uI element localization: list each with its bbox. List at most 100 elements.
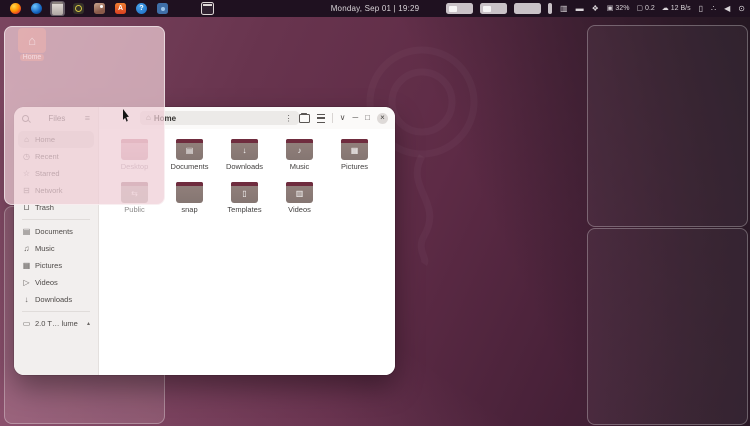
volume-icon[interactable]: ◀ [724, 5, 730, 13]
folder-snap[interactable]: snap [162, 180, 217, 223]
desktop-home-icon[interactable]: ⌂ Home [15, 28, 49, 61]
list-view-icon[interactable] [317, 114, 325, 123]
browser-globe-icon[interactable] [29, 1, 44, 16]
screen-share-icon[interactable]: ▬ [576, 5, 584, 13]
folder-public[interactable]: ⇆Public [107, 180, 162, 223]
close-button[interactable]: × [377, 113, 388, 124]
folder-icon: ♪ [286, 139, 313, 160]
workspace-pill-stub[interactable] [548, 3, 552, 14]
sidebar-item-network[interactable]: ⊟Network [18, 182, 94, 199]
sidebar-item-videos[interactable]: ▷ Videos [18, 274, 94, 291]
new-folder-icon[interactable] [299, 114, 310, 123]
extensions-icon[interactable] [155, 1, 170, 16]
headerbar-icons: ∨ ─ □ × [299, 113, 388, 124]
chevron-down-icon[interactable]: ∨ [340, 114, 346, 122]
phone-icon[interactable]: ▯ [699, 5, 703, 13]
sidebar-item-pictures[interactable]: ▦Pictures [18, 257, 94, 274]
sidebar-separator [22, 311, 90, 312]
folder-label: Videos [288, 205, 311, 214]
public-emblem-icon: ⇆ [131, 190, 138, 198]
folder-label: Music [290, 162, 310, 171]
sidebar-item-starred[interactable]: ☆Starred [18, 165, 94, 182]
cpu-usage-monitor[interactable]: ▣32% [607, 5, 630, 12]
files-sidebar: Files ≡ ⌂Home◷Recent☆Starred⊟Network ⊔ Tra… [14, 107, 99, 375]
workspace-indicator [446, 3, 552, 14]
sidebar-item-label: Home [35, 135, 55, 144]
folder-tab [176, 139, 203, 143]
puzzle-knob-icon [161, 7, 165, 11]
folder-icon: ▤ [176, 139, 203, 160]
firefox-icon[interactable] [8, 1, 23, 16]
sidebar-item-home[interactable]: ⌂Home [18, 131, 94, 148]
folder-icon: ▯ [231, 182, 258, 203]
maximize-button[interactable]: □ [365, 114, 370, 122]
search-icon[interactable] [22, 115, 29, 122]
starred-icon: ☆ [22, 170, 31, 178]
tiling-zone-top-right [587, 25, 748, 227]
tiling-layout-icon[interactable]: ▥ [560, 5, 568, 13]
files-headerbar[interactable]: ⌂ Home ⋮ ∨ ─ □ × [99, 107, 395, 129]
files-app-icon[interactable] [50, 1, 65, 16]
sidebar-item-label: Documents [35, 227, 73, 236]
folder-label: Pictures [341, 162, 368, 171]
folder-desktop[interactable]: Desktop [107, 137, 162, 180]
topbar-right: ▥ ▬ ❖ ▣32% ▢0.2 ☁12 B/s ▯ ∴ ◀ ⊙ [446, 0, 745, 17]
folder-documents[interactable]: ▤Documents [162, 137, 217, 180]
network-speed-monitor[interactable]: ☁12 B/s [662, 5, 691, 12]
indicator-icons: ▥ ▬ ❖ [560, 5, 599, 13]
workspace-pill-3[interactable] [514, 3, 541, 14]
sidebar-places-group: ▤Documents♫Music▦Pictures ▷ Videos ↓Downloa… [14, 223, 98, 308]
sidebar-item-label: Trash [35, 203, 54, 212]
network-speed-value: 12 B/s [671, 5, 691, 12]
sidebar-item-trash[interactable]: ⊔ Trash [18, 199, 94, 216]
desktop-home-icon-label: Home [20, 54, 45, 61]
folder-templates[interactable]: ▯Templates [217, 180, 272, 223]
downloads-emblem-icon: ↓ [243, 147, 247, 155]
clock[interactable]: Monday, Sep 01 | 19:29 [331, 4, 420, 13]
folder-icon [176, 182, 203, 203]
help-icon-glyph: ? [136, 3, 147, 14]
videos-icon: ▷ [22, 279, 31, 287]
sidebar-item-label: Music [35, 244, 55, 253]
folder-videos[interactable]: ▥Videos [272, 180, 327, 223]
pinwheel-icon[interactable]: ❖ [592, 5, 599, 13]
workspace-pill-1[interactable] [446, 3, 473, 14]
music-emblem-icon: ♪ [298, 147, 302, 155]
path-bar[interactable]: ⌂ Home ⋮ [140, 111, 299, 125]
folder-icon: ⇆ [121, 182, 148, 203]
sidebar-item-recent[interactable]: ◷Recent [18, 148, 94, 165]
workspace-pill-2[interactable] [480, 3, 507, 14]
memory-usage-monitor[interactable]: ▢0.2 [636, 5, 654, 12]
downloads-icon: ↓ [22, 296, 31, 304]
home-folder-icon: ⌂ [28, 34, 36, 47]
memory-usage-icon: ▢ [636, 5, 643, 12]
workspace-window-glyph [449, 6, 457, 12]
minimize-button[interactable]: ─ [352, 114, 358, 122]
network-speed-icon: ☁ [662, 5, 669, 12]
help-icon[interactable]: ? [134, 1, 149, 16]
path-label: Home [154, 114, 176, 123]
folder-pictures[interactable]: ▦Pictures [327, 137, 382, 180]
hamburger-menu-icon[interactable]: ≡ [85, 114, 90, 123]
cpu-usage-value: 32% [615, 5, 629, 12]
trash-icon: ⊔ [22, 204, 31, 212]
sidebar-item-volume[interactable]: ▭ 2.0 T… lume ▴ [18, 315, 94, 332]
files-window: Files ≡ ⌂Home◷Recent☆Starred⊟Network ⊔ Tra… [14, 107, 395, 375]
kebab-menu-icon[interactable]: ⋮ [285, 114, 293, 123]
folder-downloads[interactable]: ↓Downloads [217, 137, 272, 180]
power-icon[interactable]: ⊙ [738, 5, 745, 13]
sidebar-item-music[interactable]: ♫Music [18, 240, 94, 257]
sidebar-title: Files [48, 114, 65, 123]
sidebar-item-documents[interactable]: ▤Documents [18, 223, 94, 240]
image-viewer-icon[interactable] [92, 1, 107, 16]
network-hub-icon[interactable]: ∴ [711, 5, 716, 13]
terminal-icon[interactable] [200, 1, 215, 16]
eject-icon[interactable]: ▴ [87, 320, 90, 327]
sidebar-item-label: Videos [35, 278, 58, 287]
camera-lens-icon[interactable] [71, 1, 86, 16]
text-editor-icon[interactable]: A [113, 1, 128, 16]
folder-tab [341, 139, 368, 143]
folder-tab [176, 182, 203, 186]
sidebar-item-downloads[interactable]: ↓Downloads [18, 291, 94, 308]
folder-music[interactable]: ♪ Music [272, 137, 327, 180]
